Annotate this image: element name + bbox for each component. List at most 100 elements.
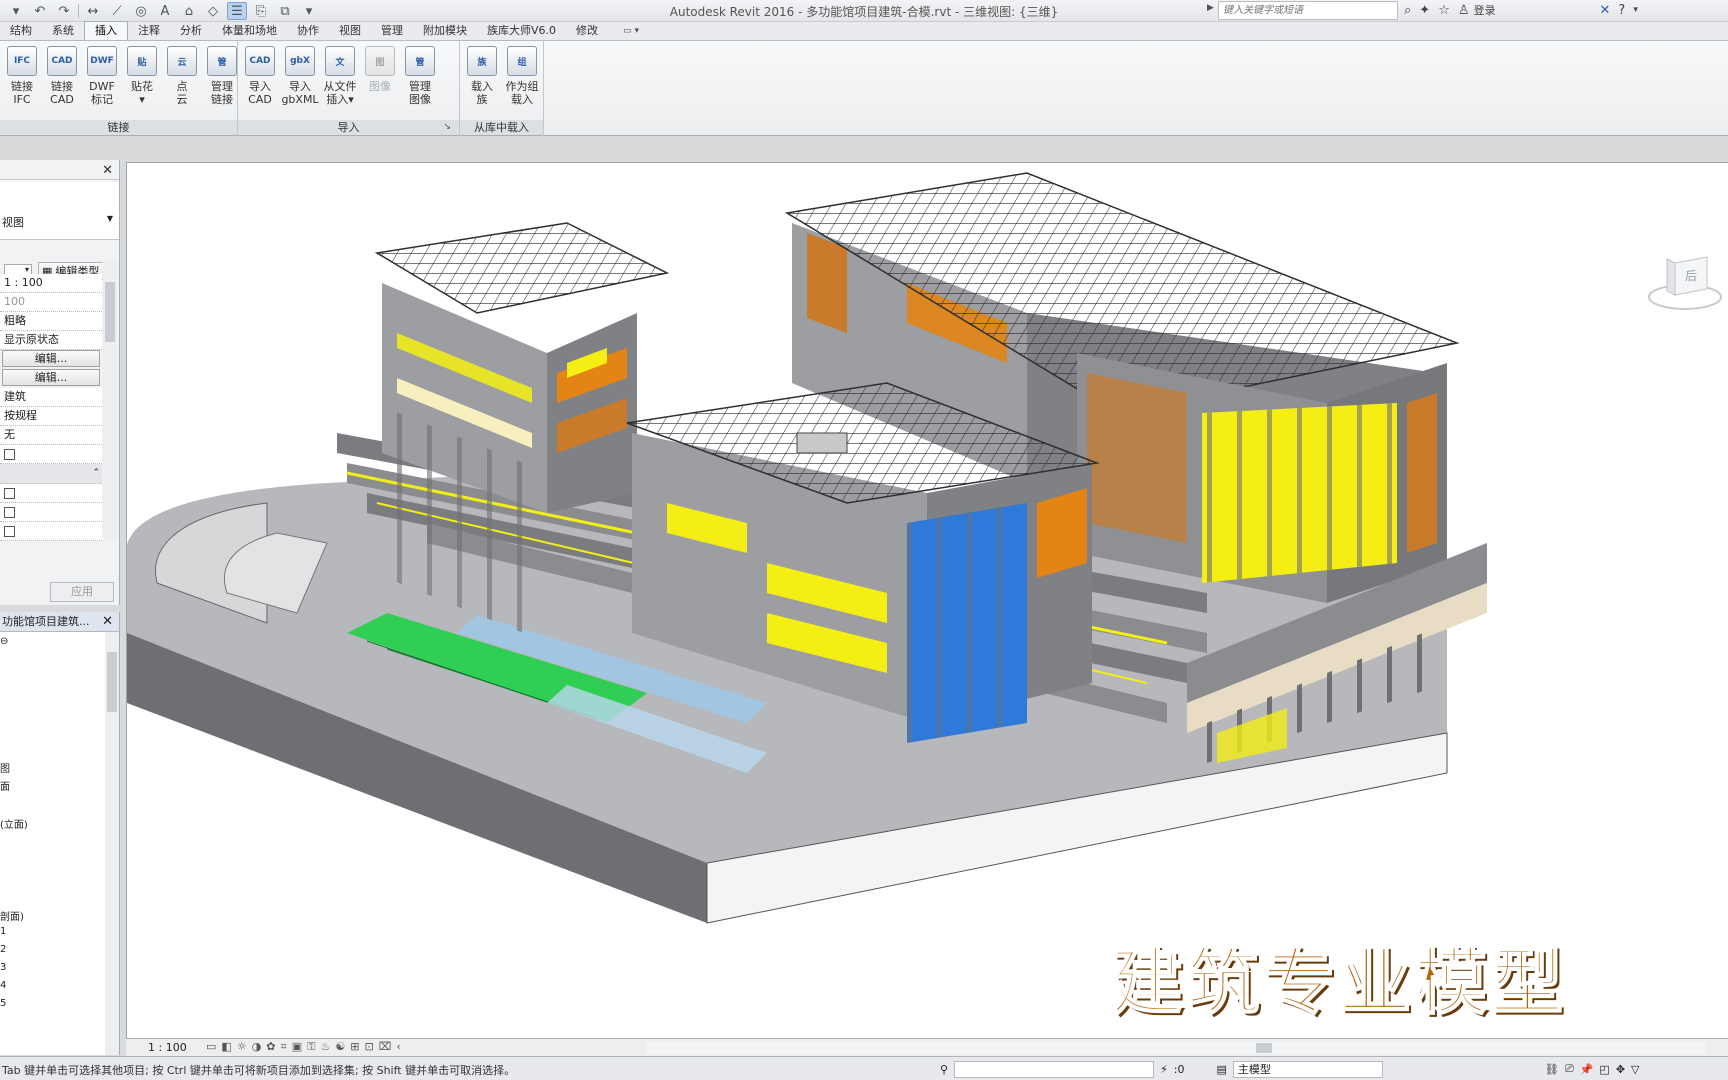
ribbon-button[interactable]: gbX 导入 gbXML: [280, 43, 320, 119]
viewcube-icon[interactable]: 后: [1647, 253, 1727, 313]
checkbox[interactable]: [4, 449, 15, 460]
checkbox[interactable]: [4, 488, 15, 499]
thin-lines-icon[interactable]: ☰: [227, 2, 247, 20]
search-expand-icon[interactable]: ▶: [1207, 3, 1214, 13]
tab-2[interactable]: 插入: [84, 21, 128, 40]
reveal-hidden-icon[interactable]: ☯: [335, 1040, 345, 1054]
select-by-face-icon[interactable]: ◰: [1599, 1063, 1609, 1076]
tab-9[interactable]: 附加模块: [413, 22, 477, 40]
select-links-icon[interactable]: ⛓: [1545, 1063, 1559, 1076]
ribbon-button[interactable]: 管管理 链接: [202, 43, 242, 119]
tab-10[interactable]: 族库大师V6.0: [477, 22, 566, 40]
scroll-thumb[interactable]: [1256, 1043, 1272, 1053]
tab-11[interactable]: 修改: [566, 22, 608, 40]
tab-0[interactable]: 结构: [0, 22, 42, 40]
ribbon-button[interactable]: CAD 链接 CAD: [42, 43, 82, 119]
filter-icon[interactable]: ⚡: [1160, 1063, 1168, 1076]
show-hidden-lines[interactable]: 按规程: [0, 407, 102, 426]
workset-field[interactable]: [954, 1060, 1155, 1078]
close-icon[interactable]: ✕: [100, 612, 113, 631]
3d-viewport[interactable]: 后 建筑专业模型: [126, 162, 1728, 1038]
filter-selection-icon[interactable]: ▽: [1631, 1063, 1639, 1076]
user-icon[interactable]: ♙: [1458, 3, 1470, 18]
analysis-icon[interactable]: ⊡: [364, 1040, 373, 1054]
tab-8[interactable]: 管理: [371, 22, 413, 40]
ribbon-button[interactable]: 组作为组 载入: [502, 43, 542, 119]
crop-icon[interactable]: ⌗: [281, 1040, 287, 1054]
tree-node[interactable]: 图: [0, 760, 10, 775]
tree-toggle-icon[interactable]: ⊖: [0, 636, 8, 647]
close-icon[interactable]: ✕: [102, 163, 113, 178]
scale-field[interactable]: 1 : 100: [0, 274, 102, 293]
browser-scrollbar[interactable]: [105, 632, 119, 1055]
subscription-icon[interactable]: ✦: [1419, 3, 1430, 18]
ribbon-button[interactable]: IFC 链接 IFC: [2, 43, 42, 119]
hide-isolate-icon[interactable]: ♨: [321, 1040, 331, 1054]
undo-icon[interactable]: ↶: [30, 2, 50, 20]
crop-region-icon[interactable]: ▣: [292, 1040, 302, 1054]
chevron-down-icon[interactable]: ▼: [107, 214, 113, 223]
ribbon-button[interactable]: 云点 云: [162, 43, 202, 119]
tab-7[interactable]: 视图: [329, 22, 371, 40]
close-hidden-icon[interactable]: ⎘: [251, 2, 271, 20]
tab-1[interactable]: 系统: [42, 22, 84, 40]
binoculars-icon[interactable]: ⌕: [1404, 3, 1411, 18]
checkbox[interactable]: [4, 526, 15, 537]
ribbon-button[interactable]: CAD 导入 CAD: [240, 43, 280, 119]
scroll-thumb[interactable]: [105, 282, 115, 342]
scroll-thumb[interactable]: [107, 652, 117, 712]
tree-node[interactable]: 剖面): [0, 908, 24, 923]
tab-3[interactable]: 注释: [128, 22, 170, 40]
exchange-icon[interactable]: ✕: [1600, 3, 1611, 18]
tab-6[interactable]: 协作: [287, 22, 329, 40]
tree-node[interactable]: 5: [0, 998, 6, 1009]
design-options-icon[interactable]: ▤: [1217, 1063, 1227, 1076]
ribbon-button[interactable]: 贴贴花 ▾: [122, 43, 162, 119]
apply-button[interactable]: 应用: [50, 582, 114, 602]
tree-node[interactable]: 1: [0, 926, 6, 937]
lock-view-icon[interactable]: ⚿: [307, 1040, 315, 1054]
app-menu-icon[interactable]: ▾: [6, 2, 26, 20]
help-icon[interactable]: ?: [1618, 3, 1625, 18]
temp-properties-icon[interactable]: ⊞: [350, 1040, 359, 1054]
workset-icon[interactable]: ⚲: [940, 1063, 948, 1076]
measure-icon[interactable]: ↔: [83, 2, 103, 20]
detail-level[interactable]: 粗略: [0, 312, 102, 331]
tree-node[interactable]: 2: [0, 944, 6, 955]
ribbon-button[interactable]: 文从文件 插入▾: [320, 43, 360, 119]
type-selector[interactable]: 视图 ▼: [0, 182, 119, 240]
checkbox[interactable]: [4, 507, 15, 518]
drag-elements-icon[interactable]: ✥: [1616, 1063, 1625, 1076]
text-icon[interactable]: A: [155, 2, 175, 20]
customize-toolbar-icon[interactable]: ▾: [299, 2, 319, 20]
graphic-display-edit-button[interactable]: 编辑...: [2, 369, 100, 386]
horizontal-scrollbar[interactable]: [646, 1042, 1706, 1054]
visual-style-icon[interactable]: ◧: [221, 1040, 231, 1054]
constraints-icon[interactable]: ⌧: [379, 1040, 392, 1054]
detail-level-icon[interactable]: ▭: [206, 1040, 216, 1054]
sun-path-icon[interactable]: ☼: [237, 1040, 247, 1054]
design-option-field[interactable]: 主模型: [1232, 1060, 1383, 1078]
switch-windows-icon[interactable]: ⧉: [275, 2, 295, 20]
tree-node[interactable]: 4: [0, 980, 6, 991]
collapse-icon[interactable]: ⌃: [92, 464, 100, 482]
tree-node[interactable]: (立面): [0, 816, 28, 831]
ribbon-button[interactable]: 族载入 族: [462, 43, 502, 119]
login-button[interactable]: 登录: [1474, 2, 1496, 18]
ribbon-button[interactable]: 管管理 图像: [400, 43, 440, 119]
tab-4[interactable]: 分析: [170, 22, 212, 40]
select-underlay-icon[interactable]: ⎚: [1565, 1062, 1574, 1076]
color-scheme[interactable]: 无: [0, 426, 102, 445]
render-icon[interactable]: ✿: [266, 1040, 275, 1054]
view-scale[interactable]: 1 : 100: [148, 1041, 187, 1054]
properties-scrollbar[interactable]: [103, 260, 117, 540]
redo-icon[interactable]: ↷: [54, 2, 74, 20]
favorites-star-icon[interactable]: ☆: [1438, 3, 1450, 18]
3d-view-icon[interactable]: ⌂: [179, 2, 199, 20]
tag-icon[interactable]: ◎: [131, 2, 151, 20]
search-input[interactable]: [1218, 1, 1398, 20]
scroll-left-icon[interactable]: ‹: [396, 1040, 400, 1054]
section-icon[interactable]: ◇: [203, 2, 223, 20]
tree-node[interactable]: 3: [0, 962, 6, 973]
dimension-icon[interactable]: ⟋: [107, 2, 127, 20]
